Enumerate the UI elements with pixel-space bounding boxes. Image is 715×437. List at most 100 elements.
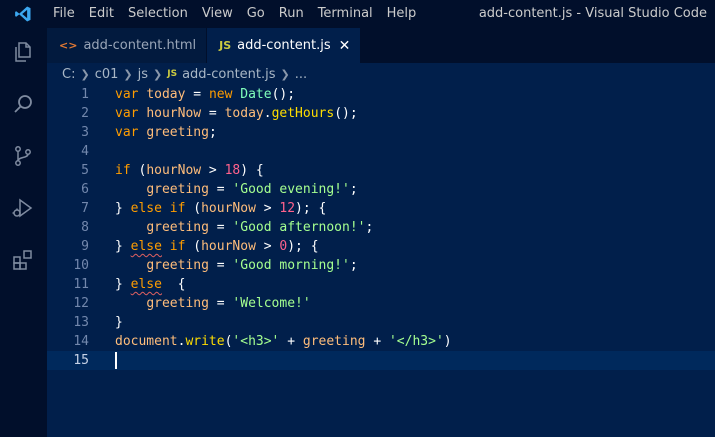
extensions-icon[interactable]: [9, 246, 37, 274]
menu-item-run[interactable]: Run: [272, 0, 311, 28]
code-token: (: [130, 163, 147, 178]
line-number: 2: [81, 106, 89, 121]
code-line[interactable]: 10 greeting = 'Good morning!';: [47, 256, 715, 275]
code-token: if: [115, 163, 131, 178]
breadcrumb-more[interactable]: ...: [295, 67, 307, 82]
code-token: greeting: [146, 220, 209, 235]
menu-item-edit[interactable]: Edit: [82, 0, 121, 28]
explorer-icon[interactable]: [9, 38, 37, 66]
activity-bar: [0, 28, 47, 437]
line-number: 6: [81, 182, 89, 197]
code-line[interactable]: 15: [47, 351, 715, 370]
code-text: greeting = 'Good afternoon!';: [115, 218, 373, 237]
code-line[interactable]: 11} else {: [47, 275, 715, 294]
menu-item-terminal[interactable]: Terminal: [311, 0, 380, 28]
search-icon[interactable]: [9, 90, 37, 118]
code-token: '</h3>': [388, 334, 444, 349]
code-token: 'Good evening!': [232, 182, 350, 197]
code-token: =: [185, 87, 209, 102]
menu-item-go[interactable]: Go: [240, 0, 272, 28]
code-text: var hourNow = today.getHours();: [115, 104, 358, 123]
breadcrumb-item[interactable]: C:: [62, 67, 75, 82]
code-token: ;: [365, 220, 374, 235]
code-token: >: [255, 201, 280, 216]
code-token: =: [208, 258, 233, 273]
code-line[interactable]: 6 greeting = 'Good evening!';: [47, 180, 715, 199]
code-token: ): [443, 334, 452, 349]
code-token: 'Good afternoon!': [232, 220, 366, 235]
code-token: write: [185, 334, 225, 349]
tab-add-content-js[interactable]: JS add-content.js ✕: [207, 28, 362, 63]
code-token: (: [185, 239, 202, 254]
line-number: 1: [81, 87, 89, 102]
menu-item-help[interactable]: Help: [380, 0, 424, 28]
code-text: } else if (hourNow > 12); {: [115, 199, 326, 218]
chevron-right-icon: ❯: [123, 67, 133, 81]
code-line[interactable]: 13}: [47, 313, 715, 332]
code-text: greeting = 'Good evening!';: [115, 180, 358, 199]
code-token: >: [201, 163, 225, 178]
breadcrumb-item[interactable]: c01: [95, 67, 119, 82]
code-token: else: [130, 201, 162, 216]
line-number: 13: [73, 315, 89, 330]
code-text: greeting = 'Welcome!': [115, 294, 310, 313]
code-token: 'Good morning!': [232, 258, 350, 273]
menu-item-view[interactable]: View: [195, 0, 240, 28]
code-token: greeting: [146, 258, 209, 273]
code-token: ;: [349, 182, 358, 197]
code-line[interactable]: 7 } else if (hourNow > 12); {: [47, 199, 715, 218]
text-cursor: [115, 352, 117, 369]
code-line[interactable]: 8 greeting = 'Good afternoon!';: [47, 218, 715, 237]
menu-bar: File Edit Selection View Go Run Terminal Help: [46, 0, 423, 28]
code-token: document: [115, 334, 178, 349]
run-debug-icon[interactable]: [9, 194, 37, 222]
breadcrumb-item[interactable]: js: [138, 67, 148, 82]
line-number: 7: [81, 201, 89, 216]
code-token: greeting: [302, 334, 366, 349]
code-line[interactable]: 4: [47, 142, 715, 161]
code-line[interactable]: 3 var greeting;: [47, 123, 715, 142]
code-token: ();: [334, 106, 358, 121]
breadcrumb-file[interactable]: add-content.js: [182, 67, 275, 82]
code-editor[interactable]: 1 var today = new Date(); 2 var hourNow = t…: [47, 85, 715, 437]
code-line[interactable]: 14 document.write('<h3>' + greeting + '</…: [47, 332, 715, 351]
line-number: 3: [81, 125, 89, 140]
line-number: 5: [81, 163, 89, 178]
code-token: var: [115, 125, 139, 140]
code-line[interactable]: 12 greeting = 'Welcome!': [47, 294, 715, 313]
code-token: +: [279, 334, 303, 349]
editor-tabs: <> add-content.html JS add-content.js ✕: [47, 28, 715, 63]
tab-add-content-html[interactable]: <> add-content.html: [47, 28, 208, 63]
window-title: add-content.js - Visual Studio Code: [478, 6, 707, 21]
code-text: var today = new Date();: [115, 85, 295, 104]
code-token: getHours: [271, 106, 335, 121]
code-line[interactable]: 9} else if (hourNow > 0); {: [47, 237, 715, 256]
tab-label: add-content.html: [83, 38, 197, 53]
code-text: }: [115, 313, 123, 332]
code-token: var: [115, 106, 139, 121]
code-token: =: [208, 182, 233, 197]
menu-item-file[interactable]: File: [46, 0, 82, 28]
code-token: greeting: [146, 296, 209, 311]
code-token: '<h3>': [232, 334, 280, 349]
js-file-icon: JS: [167, 69, 178, 79]
line-number: 10: [73, 258, 89, 273]
code-line[interactable]: 2 var hourNow = today.getHours();: [47, 104, 715, 123]
close-icon[interactable]: ✕: [339, 38, 351, 54]
code-text: var greeting;: [115, 123, 217, 142]
code-token: =: [208, 220, 233, 235]
code-line[interactable]: 5 if (hourNow > 18) {: [47, 161, 715, 180]
source-control-icon[interactable]: [9, 142, 37, 170]
tab-label: add-content.js: [237, 38, 331, 53]
vscode-logo-icon[interactable]: [0, 0, 46, 28]
menu-item-selection[interactable]: Selection: [121, 0, 195, 28]
code-line[interactable]: 1 var today = new Date();: [47, 85, 715, 104]
line-number: 11: [73, 277, 89, 292]
breadcrumb: C: ❯ c01 ❯ js ❯ JS add-content.js ❯ ...: [47, 63, 715, 85]
code-token: }: [115, 315, 123, 330]
